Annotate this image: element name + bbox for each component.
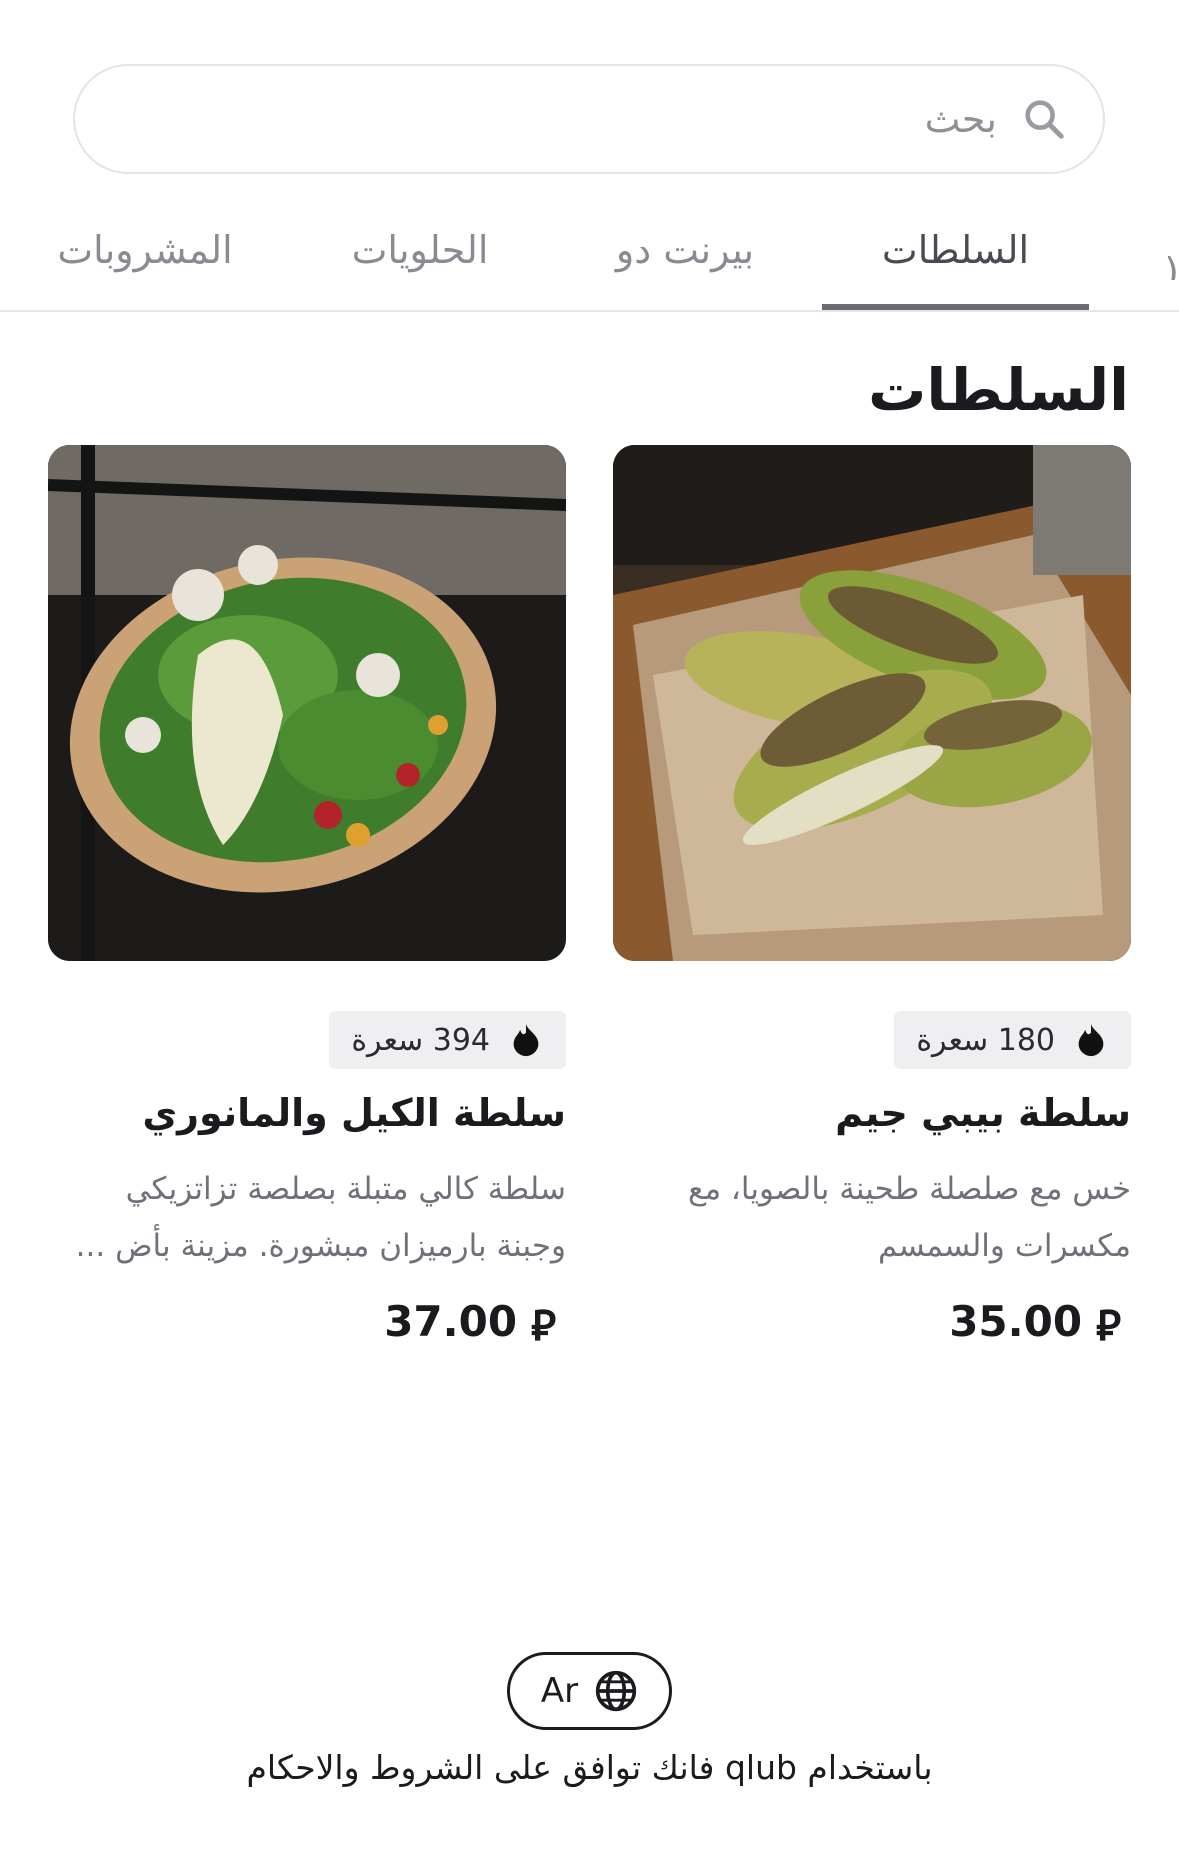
dish-description: سلطة كالي متبلة بصلصة تزاتزيكي وجبنة بار… xyxy=(75,1171,566,1264)
globe-icon xyxy=(594,1669,638,1713)
section-title: السلطات xyxy=(868,356,1129,424)
price-value: 35.00 xyxy=(949,1297,1083,1346)
search-bar[interactable] xyxy=(73,64,1105,174)
calories-text: 394 سعرة xyxy=(351,1022,490,1058)
tab-burnt-dough[interactable]: بيرنت دو xyxy=(590,228,780,310)
dish-image xyxy=(48,445,566,961)
flame-icon xyxy=(508,1021,544,1059)
tab-salads[interactable]: السلطات xyxy=(822,228,1089,310)
calories-badge: 394 سعرة xyxy=(329,1011,566,1069)
search-input[interactable] xyxy=(75,97,997,141)
tab-desserts[interactable]: الحلويات xyxy=(330,228,510,310)
currency-symbol-icon: ⃁ xyxy=(1096,1301,1121,1350)
menu-page: السلطات بيرنت دو الحلويات المشروبات ( ال… xyxy=(0,0,1179,1860)
dish-description: خس مع صلصلة طحينة بالصويا، مع مكسرات وال… xyxy=(687,1171,1131,1264)
tab-overflow-indicator: ( xyxy=(1168,250,1179,280)
tab-drinks[interactable]: المشروبات xyxy=(40,228,250,310)
dish-price: ⃁ 37.00 xyxy=(48,1297,566,1352)
menu-item-card[interactable]: 180 سعرة سلطة بيبي جيم خس مع صلصلة طحينة… xyxy=(613,445,1131,1352)
calories-badge: 180 سعرة xyxy=(894,1011,1131,1069)
dish-name: سلطة بيبي جيم xyxy=(835,1091,1131,1135)
menu-item-card[interactable]: 394 سعرة سلطة الكيل والمانوري سلطة كالي … xyxy=(48,445,566,1352)
category-tabs: السلطات بيرنت دو الحلويات المشروبات ( xyxy=(0,200,1179,312)
language-label: Ar xyxy=(540,1671,579,1711)
dish-price: ⃁ 35.00 xyxy=(613,1297,1131,1352)
currency-symbol-icon: ⃁ xyxy=(531,1301,556,1350)
dish-name: سلطة الكيل والمانوري xyxy=(142,1091,566,1135)
flame-icon xyxy=(1073,1021,1109,1059)
language-switcher-button[interactable]: Ar xyxy=(507,1652,672,1730)
terms-notice: باستخدام qlub فانك توافق على الشروط والا… xyxy=(0,1748,1179,1787)
terms-prefix: باستخدام qlub فانك توافق على xyxy=(483,1748,933,1787)
search-icon xyxy=(1021,96,1067,142)
dish-image xyxy=(613,445,1131,961)
terms-link[interactable]: الشروط والاحكام xyxy=(246,1748,483,1787)
calories-text: 180 سعرة xyxy=(916,1022,1055,1058)
price-value: 37.00 xyxy=(384,1297,518,1346)
